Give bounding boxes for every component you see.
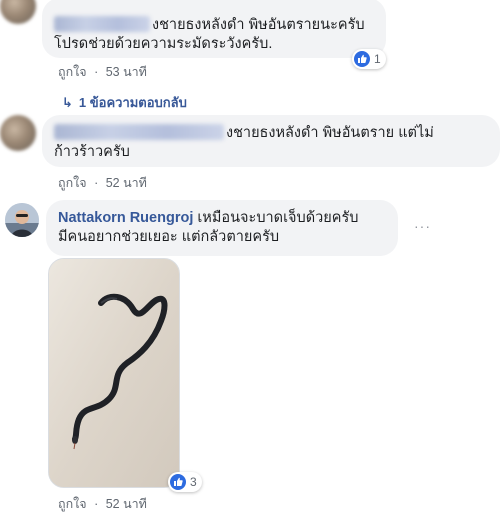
like-link[interactable]: ถูกใจ <box>58 497 87 511</box>
view-replies-link[interactable]: ↳ 1 ข้อความตอบกลับ <box>62 92 187 113</box>
comment-text-line2: โปรดช่วยด้วยความระมัดระวังครับ. <box>54 36 273 52</box>
profile-photo-icon <box>5 203 39 237</box>
reaction-count-badge[interactable]: 1 <box>352 49 386 69</box>
reaction-count: 3 <box>190 475 197 489</box>
comment-bubble: งชายธงหลังดำ พิษอันตรายนะครับ โปรดช่วยด้… <box>42 0 386 58</box>
blurred-author-name[interactable] <box>54 124 224 140</box>
thumbs-up-icon <box>354 51 370 67</box>
reply-arrow-icon: ↳ <box>62 95 73 110</box>
commenter-avatar[interactable] <box>0 115 36 151</box>
comment-text-line1: งชายธงหลังดำ พิษอันตรายนะครับ <box>152 17 365 33</box>
comment-meta: ถูกใจ · 52 นาที <box>58 173 147 193</box>
comment-time[interactable]: 52 นาที <box>106 497 147 511</box>
comment-bubble: Nattakorn Ruengroj เหมือนจะบาดเจ็บด้วยครั… <box>46 200 398 256</box>
meta-separator: · <box>94 65 99 79</box>
commenter-avatar[interactable] <box>0 0 36 24</box>
like-link[interactable]: ถูกใจ <box>58 65 87 79</box>
like-link[interactable]: ถูกใจ <box>58 176 87 190</box>
comment-bubble: งชายธงหลังดำ พิษอันตราย แต่ไม่ ก้าวร้าวค… <box>42 115 500 167</box>
blurred-author-name[interactable] <box>54 16 150 32</box>
comment-text-line2: ก้าวร้าวครับ <box>54 144 130 160</box>
comment-meta: ถูกใจ · 52 นาที <box>58 494 147 514</box>
comment-time[interactable]: 53 นาที <box>106 65 147 79</box>
comment-photo[interactable] <box>48 258 180 488</box>
comment-author[interactable]: Nattakorn Ruengroj <box>58 210 193 226</box>
reaction-count: 1 <box>374 52 381 66</box>
meta-separator: · <box>94 497 99 511</box>
comment-time[interactable]: 52 นาที <box>106 176 147 190</box>
thumbs-up-icon <box>170 474 186 490</box>
comment-options-button[interactable]: ··· <box>414 218 431 234</box>
reaction-count-badge[interactable]: 3 <box>168 472 202 492</box>
comment-meta: ถูกใจ · 53 นาที <box>58 62 147 82</box>
comment-text-line1: งชายธงหลังดำ พิษอันตราย แต่ไม่ <box>226 125 434 141</box>
commenter-avatar[interactable] <box>5 203 39 237</box>
meta-separator: · <box>94 176 99 190</box>
replies-label: 1 ข้อความตอบกลับ <box>78 95 187 110</box>
snake-image <box>49 259 179 487</box>
comment-text-line1: เหมือนจะบาดเจ็บด้วยครับ <box>197 210 359 226</box>
comment-text-line2: มีคนอยากช่วยเยอะ แต่กลัวตายครับ <box>58 229 280 245</box>
